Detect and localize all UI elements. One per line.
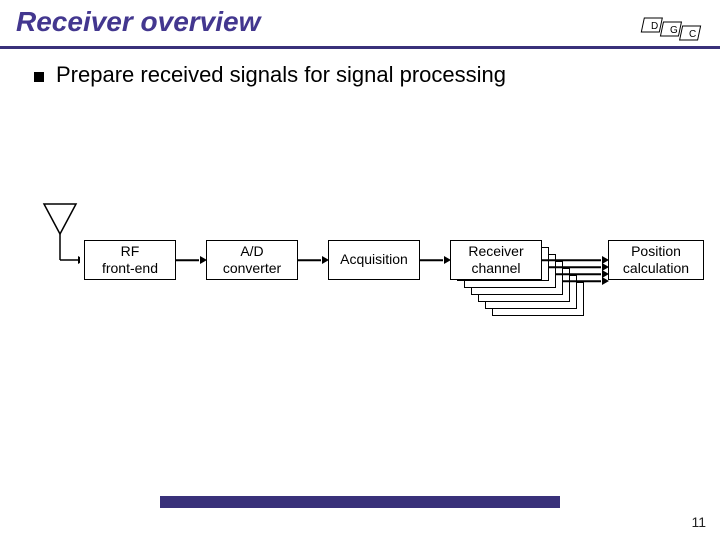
bullet-icon [34, 72, 44, 82]
block-acquisition: Acquisition [328, 240, 420, 280]
title-underline [0, 46, 720, 49]
block-rf-frontend: RF front-end [84, 240, 176, 280]
antenna-icon [40, 200, 80, 270]
slide-title: Receiver overview [16, 6, 260, 38]
logo-icon: D G C [624, 10, 708, 50]
bullet-text: Prepare received signals for signal proc… [56, 62, 506, 88]
block-receiver-channel: Receiver channel [450, 240, 542, 280]
block-ad-converter: A/D converter [206, 240, 298, 280]
footer-bar [160, 496, 560, 508]
page-number: 11 [691, 514, 706, 530]
logo-glyph-2: C [689, 29, 696, 40]
slide: Receiver overview Prepare received signa… [0, 0, 720, 540]
logo-glyph-1: G [670, 25, 678, 36]
bullet-row: Prepare received signals for signal proc… [34, 62, 506, 88]
logo-glyph-0: D [651, 21, 658, 32]
block-position-calculation: Position calculation [608, 240, 704, 280]
